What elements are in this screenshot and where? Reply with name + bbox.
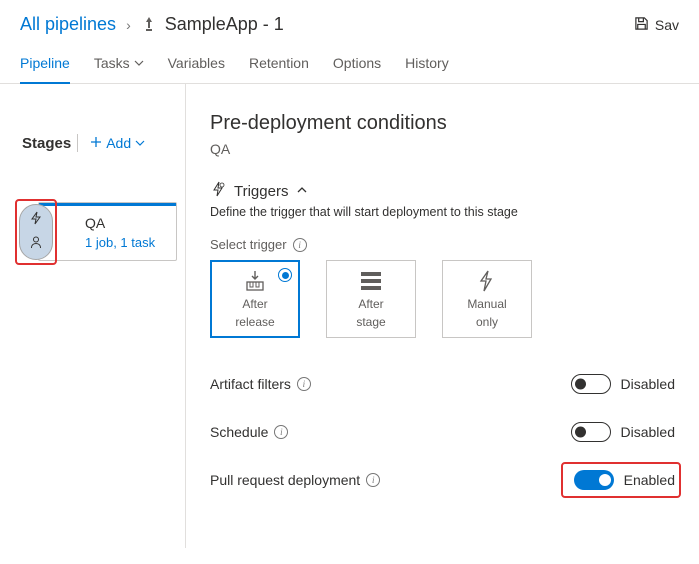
tab-history[interactable]: History — [405, 45, 449, 83]
tab-options[interactable]: Options — [333, 45, 381, 83]
radio-selected-icon — [278, 268, 292, 282]
stage-jobs-link[interactable]: 1 job, 1 task — [85, 235, 166, 250]
pr-deploy-label: Pull request deployment — [210, 472, 360, 488]
info-icon[interactable]: i — [274, 425, 288, 439]
schedule-toggle[interactable] — [571, 422, 611, 442]
artifact-filters-row: Artifact filters i Disabled — [210, 374, 675, 394]
schedule-row: Schedule i Disabled — [210, 422, 675, 442]
trigger-after-release[interactable]: After release — [210, 260, 300, 338]
breadcrumb-separator: › — [126, 17, 131, 33]
stages-header: Stages Add — [8, 134, 177, 152]
triggers-heading: Triggers — [234, 183, 288, 200]
lightning-gear-icon — [210, 181, 226, 201]
tab-pipeline[interactable]: Pipeline — [20, 45, 70, 83]
tab-retention[interactable]: Retention — [249, 45, 309, 83]
person-icon — [29, 235, 43, 252]
plus-icon — [90, 135, 102, 151]
artifact-filters-toggle[interactable] — [571, 374, 611, 394]
tab-bar: Pipeline Tasks Variables Retention Optio… — [0, 45, 699, 84]
divider — [77, 134, 78, 152]
rocket-icon — [141, 17, 157, 33]
lightning-icon — [29, 211, 43, 228]
info-icon[interactable]: i — [293, 238, 307, 252]
panel-stage-name: QA — [210, 141, 675, 157]
pr-deploy-state: Enabled — [624, 472, 675, 488]
breadcrumb: All pipelines › SampleApp - 1 Sav — [0, 0, 699, 45]
info-icon[interactable]: i — [366, 473, 380, 487]
tab-variables[interactable]: Variables — [168, 45, 225, 83]
stages-title: Stages — [22, 135, 71, 152]
stage-card-qa[interactable]: QA 1 job, 1 task — [38, 202, 177, 261]
conditions-panel: Pre-deployment conditions QA Triggers De… — [185, 84, 699, 548]
add-stage-button[interactable]: Add — [90, 135, 145, 151]
schedule-label: Schedule — [210, 424, 268, 440]
pre-deploy-conditions-chip[interactable] — [19, 204, 53, 260]
tab-tasks[interactable]: Tasks — [94, 45, 144, 83]
all-pipelines-link[interactable]: All pipelines — [20, 14, 116, 35]
artifact-filters-state: Disabled — [621, 376, 675, 392]
release-icon — [242, 269, 268, 293]
artifact-filters-label: Artifact filters — [210, 376, 291, 392]
manual-icon — [476, 269, 498, 293]
stage-name: QA — [85, 215, 166, 231]
chevron-down-icon — [134, 55, 144, 71]
info-icon[interactable]: i — [297, 377, 311, 391]
save-label: Sav — [655, 17, 679, 33]
save-button[interactable]: Sav — [634, 16, 679, 34]
stage-icon — [359, 269, 383, 293]
panel-title: Pre-deployment conditions — [210, 112, 675, 135]
select-trigger-label: Select trigger i — [210, 237, 675, 252]
stages-pane: Stages Add QA 1 job, 1 task — [0, 84, 185, 548]
pr-deploy-toggle[interactable] — [574, 470, 614, 490]
triggers-desc: Define the trigger that will start deplo… — [210, 205, 675, 219]
schedule-state: Disabled — [621, 424, 675, 440]
pipeline-name-text: SampleApp - 1 — [165, 14, 284, 35]
add-label: Add — [106, 135, 131, 151]
trigger-after-stage[interactable]: After stage — [326, 260, 416, 338]
trigger-options: After release After stage Manual only — [210, 260, 675, 338]
save-icon — [634, 16, 649, 34]
pipeline-title: SampleApp - 1 — [141, 14, 284, 35]
chevron-down-icon — [135, 135, 145, 151]
trigger-manual[interactable]: Manual only — [442, 260, 532, 338]
pr-deploy-row: Pull request deployment i Enabled — [210, 470, 675, 490]
triggers-section-header[interactable]: Triggers — [210, 181, 675, 201]
chevron-up-icon — [296, 183, 308, 200]
